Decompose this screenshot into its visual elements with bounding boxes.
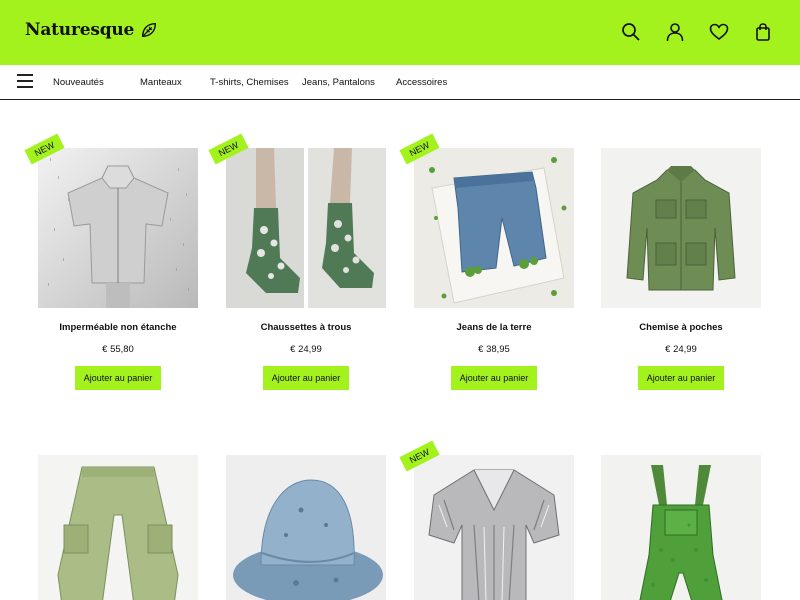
product-card: Chaussettes à trous € 24,99 Ajouter au p…	[226, 148, 386, 390]
brand-logo[interactable]: Naturesque	[25, 20, 158, 40]
cart-button[interactable]	[752, 21, 774, 43]
product-image-bucket-hat[interactable]	[226, 455, 386, 600]
product-card	[601, 455, 761, 600]
product-name[interactable]: Imperméable non étanche	[38, 322, 198, 333]
menu-icon[interactable]	[17, 74, 33, 90]
brand-name: Naturesque	[25, 20, 135, 40]
add-to-cart-button[interactable]: Ajouter au panier	[74, 366, 162, 390]
product-image-cargo-pants[interactable]	[38, 455, 198, 600]
search-icon	[622, 23, 640, 41]
user-icon	[666, 23, 684, 42]
account-button[interactable]	[664, 21, 686, 43]
wishlist-button[interactable]	[708, 21, 730, 43]
search-button[interactable]	[620, 21, 642, 43]
product-price: € 38,95	[478, 344, 510, 355]
product-image-jeans[interactable]	[414, 148, 574, 308]
product-card	[226, 455, 386, 600]
site-header: Naturesque	[0, 0, 800, 65]
product-image-metallic-blouse[interactable]	[414, 455, 574, 600]
product-image-grass-overalls[interactable]	[601, 455, 761, 600]
product-card	[38, 455, 198, 600]
product-image-raincoat[interactable]	[38, 148, 198, 308]
nav-item-tshirts-chemises[interactable]: T-shirts, Chemises	[210, 77, 289, 88]
product-name[interactable]: Chaussettes à trous	[226, 322, 386, 333]
product-price: € 24,99	[290, 344, 322, 355]
product-price: € 24,99	[665, 344, 697, 355]
product-card: Jeans de la terre € 38,95 Ajouter au pan…	[414, 148, 574, 390]
nav-item-nouveautes[interactable]: Nouveautés	[53, 77, 104, 88]
nav-item-manteaux[interactable]: Manteaux	[140, 77, 182, 88]
product-card: Chemise à poches € 24,99 Ajouter au pani…	[601, 148, 761, 390]
nav-item-accessoires[interactable]: Accessoires	[396, 77, 447, 88]
product-name[interactable]: Jeans de la terre	[414, 322, 574, 333]
bag-icon	[756, 23, 770, 41]
product-card: Imperméable non étanche € 55,80 Ajouter …	[38, 148, 198, 390]
add-to-cart-button[interactable]: Ajouter au panier	[450, 366, 538, 390]
leaf-icon	[142, 22, 157, 38]
product-name[interactable]: Chemise à poches	[601, 322, 761, 333]
product-price: € 55,80	[102, 344, 134, 355]
add-to-cart-button[interactable]: Ajouter au panier	[637, 366, 725, 390]
category-nav: Nouveautés Manteaux T-shirts, Chemises J…	[0, 65, 800, 100]
nav-item-jeans-pantalons[interactable]: Jeans, Pantalons	[302, 77, 375, 88]
heart-icon	[709, 23, 729, 41]
product-image-shirt[interactable]	[601, 148, 761, 308]
add-to-cart-button[interactable]: Ajouter au panier	[262, 366, 350, 390]
product-card	[414, 455, 574, 600]
product-image-socks[interactable]	[226, 148, 386, 308]
